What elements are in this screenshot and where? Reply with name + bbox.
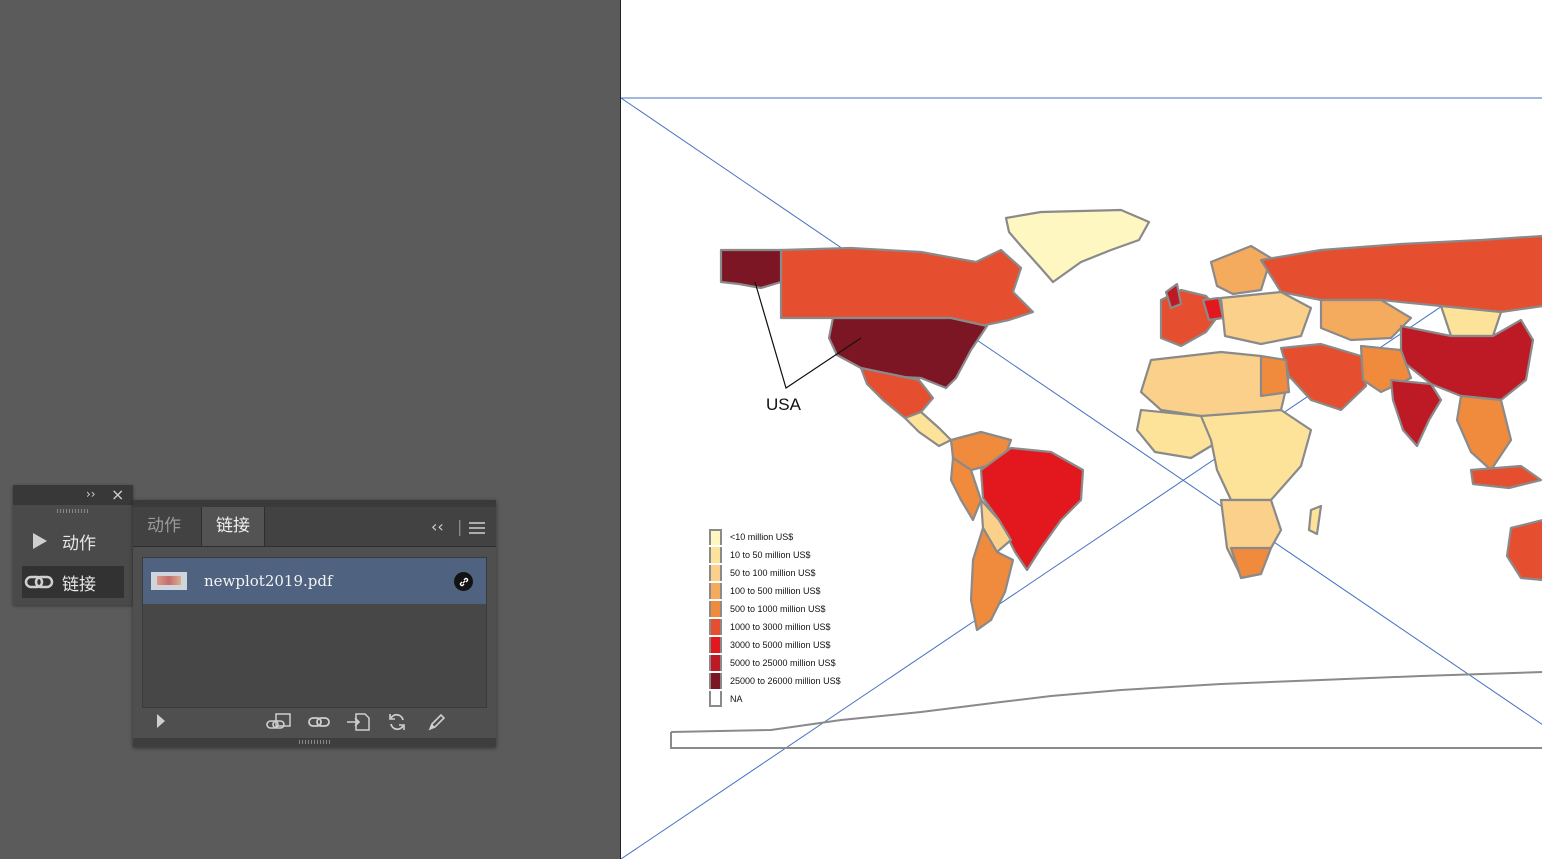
legend-label: 3000 to 5000 million US$ [730, 640, 831, 650]
legend-item: 1000 to 3000 million US$ [709, 618, 841, 636]
legend-label: 5000 to 25000 million US$ [730, 658, 836, 668]
country-russia [1259, 234, 1542, 314]
file-thumbnail [151, 572, 187, 590]
map-legend: <10 million US$ 10 to 50 million US$ 50 to… [709, 528, 841, 708]
placed-map-image[interactable] [621, 0, 1542, 859]
list-item[interactable]: newplot2019.pdf [143, 558, 486, 604]
legend-label: NA [730, 694, 743, 704]
separator: | [457, 517, 463, 536]
dock-item-actions[interactable]: 动作 [22, 525, 124, 557]
country-south-africa [1229, 546, 1273, 580]
legend-swatch [709, 529, 722, 545]
legend-label: 50 to 100 million US$ [730, 568, 816, 578]
country-canada [779, 246, 1035, 328]
legend-swatch [709, 619, 722, 635]
resize-grip[interactable] [298, 740, 331, 744]
legend-swatch [709, 691, 722, 707]
relink-icon[interactable] [307, 712, 331, 736]
play-icon[interactable] [155, 712, 167, 734]
update-link-icon[interactable] [387, 712, 407, 736]
dock-item-label: 链接 [62, 574, 96, 595]
collapse-icon[interactable]: ‹‹ [431, 507, 444, 546]
legend-item: 25000 to 26000 million US$ [709, 672, 841, 690]
go-to-link-icon[interactable] [345, 712, 371, 736]
links-panel: 动作 链接 ‹‹ | newplot2019.pdf [133, 500, 496, 747]
country-alaska [719, 248, 783, 290]
country-madagascar [1307, 504, 1323, 536]
legend-item: 50 to 100 million US$ [709, 564, 841, 582]
usa-annotation: USA [766, 395, 801, 414]
legend-item: 500 to 1000 million US$ [709, 600, 841, 618]
country-eastern-europe [1219, 290, 1313, 346]
collapsed-panel-dock: ›› × 动作 链接 [13, 485, 133, 605]
legend-swatch [709, 601, 722, 617]
legend-item: <10 million US$ [709, 528, 841, 546]
legend-swatch [709, 637, 722, 653]
close-icon[interactable]: × [111, 485, 124, 504]
legend-item: 10 to 50 million US$ [709, 546, 841, 564]
relink-from-library-icon[interactable] [265, 712, 293, 736]
tab-links[interactable]: 链接 [201, 507, 265, 546]
legend-item: 3000 to 5000 million US$ [709, 636, 841, 654]
legend-swatch [709, 583, 722, 599]
legend-swatch [709, 565, 722, 581]
artboard[interactable]: USA <10 million US$ 10 to 50 million US$ 5… [620, 0, 1542, 859]
expand-panels-icon[interactable]: ›› [86, 487, 96, 501]
dock-grip[interactable] [57, 509, 89, 513]
country-indonesia [1469, 464, 1542, 490]
legend-swatch [709, 547, 722, 563]
panel-resize-bar[interactable] [133, 738, 496, 747]
legend-label: <10 million US$ [730, 532, 794, 542]
country-central-africa [1199, 408, 1313, 502]
dock-item-links[interactable]: 链接 [22, 566, 124, 598]
legend-label: 25000 to 26000 million US$ [730, 676, 841, 686]
legend-swatch [709, 655, 722, 671]
link-status-icon [454, 572, 473, 591]
dock-item-label: 动作 [62, 533, 96, 554]
country-scandinavia [1209, 244, 1273, 296]
country-southeast-asia [1455, 394, 1513, 472]
link-filename: newplot2019.pdf [204, 572, 333, 590]
play-icon [22, 531, 56, 551]
legend-label: 500 to 1000 million US$ [730, 604, 826, 614]
panel-menu-icon[interactable] [468, 507, 486, 546]
country-greenland [1004, 208, 1151, 284]
tab-actions[interactable]: 动作 [133, 507, 195, 546]
dock-title-bar[interactable]: ›› × [13, 485, 133, 505]
country-india [1389, 378, 1443, 448]
legend-label: 10 to 50 million US$ [730, 550, 811, 560]
legend-item: 5000 to 25000 million US$ [709, 654, 841, 672]
legend-item: 100 to 500 million US$ [709, 582, 841, 600]
legend-label: 1000 to 3000 million US$ [730, 622, 831, 632]
edit-original-icon[interactable] [427, 712, 447, 736]
panel-tab-bar: 动作 链接 ‹‹ | [133, 507, 496, 547]
country-middle-east [1279, 342, 1368, 412]
link-icon [22, 573, 56, 591]
links-list[interactable]: newplot2019.pdf [142, 557, 487, 708]
legend-swatch [709, 673, 722, 689]
legend-item: NA [709, 690, 841, 708]
country-mongolia [1439, 304, 1503, 338]
panel-footer [133, 710, 496, 738]
panel-drag-bar[interactable] [133, 500, 496, 507]
country-australia [1505, 519, 1542, 582]
country-central-america [903, 410, 953, 448]
legend-label: 100 to 500 million US$ [730, 586, 821, 596]
country-kazakhstan [1319, 298, 1413, 342]
country-egypt [1259, 354, 1291, 398]
